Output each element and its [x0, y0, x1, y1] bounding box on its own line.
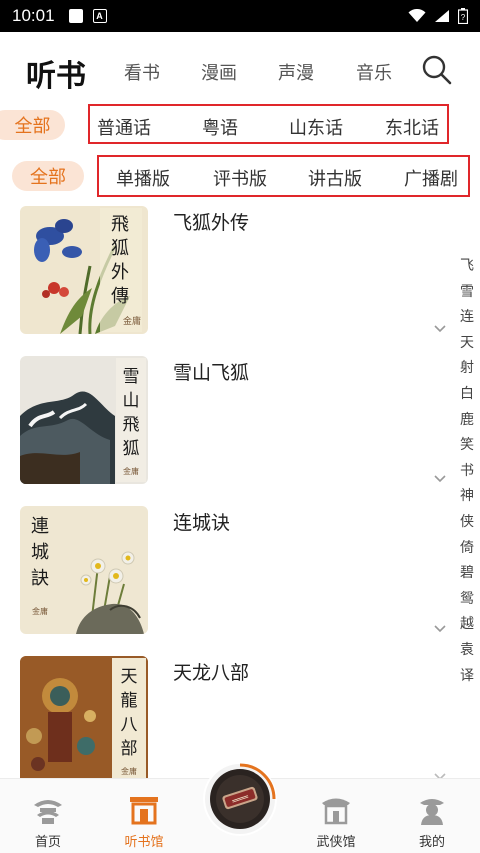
chevron-down-icon[interactable]: [433, 474, 447, 484]
svg-text:連: 連: [31, 516, 49, 537]
cover-illustration: 雪 山 飛 狐 金庸: [20, 356, 148, 484]
book-title[interactable]: 飞狐外传: [173, 208, 249, 235]
side-index-item[interactable]: 笑: [460, 433, 474, 459]
side-index-item[interactable]: 雪: [460, 280, 474, 306]
side-index-item[interactable]: 神: [460, 484, 474, 510]
book-item[interactable]: 雪 山 飛 狐 金庸 雪山飞狐: [20, 356, 440, 486]
tab-read-books[interactable]: 看书: [124, 59, 160, 85]
svg-text:城: 城: [31, 542, 49, 563]
wuxia-hall-icon: [322, 798, 350, 825]
svg-text:八: 八: [121, 715, 138, 735]
listen-hall-icon: [130, 797, 158, 825]
side-index-item[interactable]: 射: [460, 356, 474, 382]
tab-comics[interactable]: 漫画: [201, 59, 237, 85]
book-cover[interactable]: 連 城 訣 金庸: [20, 506, 148, 634]
tab-listen-hall[interactable]: 听书馆: [104, 779, 184, 853]
status-bar: 10:01 A ?: [0, 0, 480, 32]
svg-text:天: 天: [121, 667, 138, 687]
language-filter-row: 全部 普通话 粤语 山东话 东北话: [0, 104, 480, 148]
app-notification-icon: A: [92, 9, 107, 23]
side-index: 飞 雪 连 天 射 白 鹿 笑 书 神 侠 倚 碧 鸳 越 袁 译: [458, 254, 476, 689]
book-cover[interactable]: 天 龍 八 部 金庸: [20, 656, 148, 778]
book-title[interactable]: 天龙八部: [173, 658, 249, 685]
tab-music[interactable]: 音乐: [356, 59, 392, 85]
signal-icon: [435, 10, 449, 22]
side-index-item[interactable]: 译: [460, 664, 474, 690]
tab-listen-hall-label: 听书馆: [124, 835, 164, 850]
vinyl-player-icon: ═══: [205, 763, 276, 834]
version-filter-row: 全部 单播版 评书版 讲古版 广播剧: [0, 154, 480, 200]
svg-text:外: 外: [111, 262, 129, 283]
tab-home-label: 首页: [34, 835, 61, 850]
cover-illustration: 飛 狐 外 傳 金庸: [20, 206, 148, 334]
cover-title-char-1: 飛: [111, 214, 129, 235]
battery-icon: ?: [458, 8, 468, 24]
svg-text:部: 部: [121, 739, 138, 759]
side-index-item[interactable]: 侠: [460, 510, 474, 536]
now-playing-button[interactable]: ═══: [203, 762, 277, 836]
profile-icon: [420, 799, 444, 825]
side-index-item[interactable]: 袁: [460, 638, 474, 664]
book-item[interactable]: 飛 狐 外 傳 金庸 飞狐外传: [20, 206, 440, 336]
notification-square-icon: [68, 9, 83, 23]
svg-text:金庸: 金庸: [123, 315, 141, 327]
chevron-down-icon[interactable]: [433, 324, 447, 334]
version-option-pingshu[interactable]: 评书版: [213, 165, 267, 191]
version-option-jianggu[interactable]: 讲古版: [308, 165, 362, 191]
svg-text:雪: 雪: [123, 367, 140, 387]
book-cover[interactable]: 雪 山 飛 狐 金庸: [20, 356, 148, 484]
tab-home[interactable]: 首页: [8, 779, 88, 853]
side-index-item[interactable]: 书: [460, 459, 474, 485]
cover-illustration: 天 龍 八 部 金庸: [20, 656, 148, 778]
status-time: 10:01: [12, 6, 55, 25]
svg-text:金庸: 金庸: [121, 766, 137, 776]
book-item[interactable]: 天 龍 八 部 金庸 天龙八部: [20, 656, 440, 778]
side-index-item[interactable]: 白: [460, 382, 474, 408]
chevron-down-icon[interactable]: [433, 624, 447, 634]
tab-mine[interactable]: 我的: [392, 779, 472, 853]
language-option-shandong[interactable]: 山东话: [289, 114, 343, 140]
book-cover[interactable]: 飛 狐 外 傳 金庸: [20, 206, 148, 334]
side-index-item[interactable]: 飞: [460, 254, 474, 280]
svg-text:龍: 龍: [121, 691, 138, 711]
svg-text:傳: 傳: [111, 286, 129, 307]
side-index-item[interactable]: 越: [460, 612, 474, 638]
language-all-pill[interactable]: 全部: [0, 110, 65, 140]
version-all-pill[interactable]: 全部: [12, 161, 84, 191]
home-pavilion-icon: [34, 800, 62, 824]
svg-text:飛: 飛: [123, 415, 140, 435]
tab-wuxia-hall[interactable]: 武侠馆: [296, 779, 376, 853]
tab-wuxia-hall-label: 武侠馆: [316, 835, 356, 850]
language-option-cantonese[interactable]: 粤语: [202, 114, 238, 140]
side-index-item[interactable]: 碧: [460, 561, 474, 587]
cover-illustration: 連 城 訣 金庸: [20, 506, 148, 634]
version-option-solo[interactable]: 单播版: [116, 165, 170, 191]
search-icon[interactable]: [421, 54, 453, 86]
side-index-item[interactable]: 倚: [460, 536, 474, 562]
svg-text:金庸: 金庸: [123, 466, 139, 476]
svg-text:金庸: 金庸: [32, 606, 48, 616]
tab-audio-comics[interactable]: 声漫: [278, 59, 314, 85]
side-index-item[interactable]: 鸳: [460, 587, 474, 613]
wifi-icon: [408, 9, 426, 22]
language-option-dongbei[interactable]: 东北话: [385, 114, 439, 140]
tab-listen-books[interactable]: 听书: [26, 51, 86, 95]
svg-text:?: ?: [461, 13, 466, 22]
svg-text:訣: 訣: [31, 568, 49, 589]
book-title[interactable]: 连城诀: [173, 508, 230, 535]
book-title[interactable]: 雪山飞狐: [173, 358, 249, 385]
language-option-mandarin[interactable]: 普通话: [97, 114, 151, 140]
svg-text:狐: 狐: [123, 439, 140, 459]
side-index-item[interactable]: 鹿: [460, 408, 474, 434]
version-option-radio-drama[interactable]: 广播剧: [404, 165, 458, 191]
side-index-item[interactable]: 天: [460, 331, 474, 357]
tab-mine-label: 我的: [418, 835, 445, 850]
top-nav: 听书 看书 漫画 声漫 音乐: [0, 32, 480, 106]
svg-text:山: 山: [123, 391, 140, 411]
side-index-item[interactable]: 连: [460, 305, 474, 331]
book-item[interactable]: 連 城 訣 金庸 连城诀: [20, 506, 440, 636]
svg-text:狐: 狐: [111, 238, 129, 259]
